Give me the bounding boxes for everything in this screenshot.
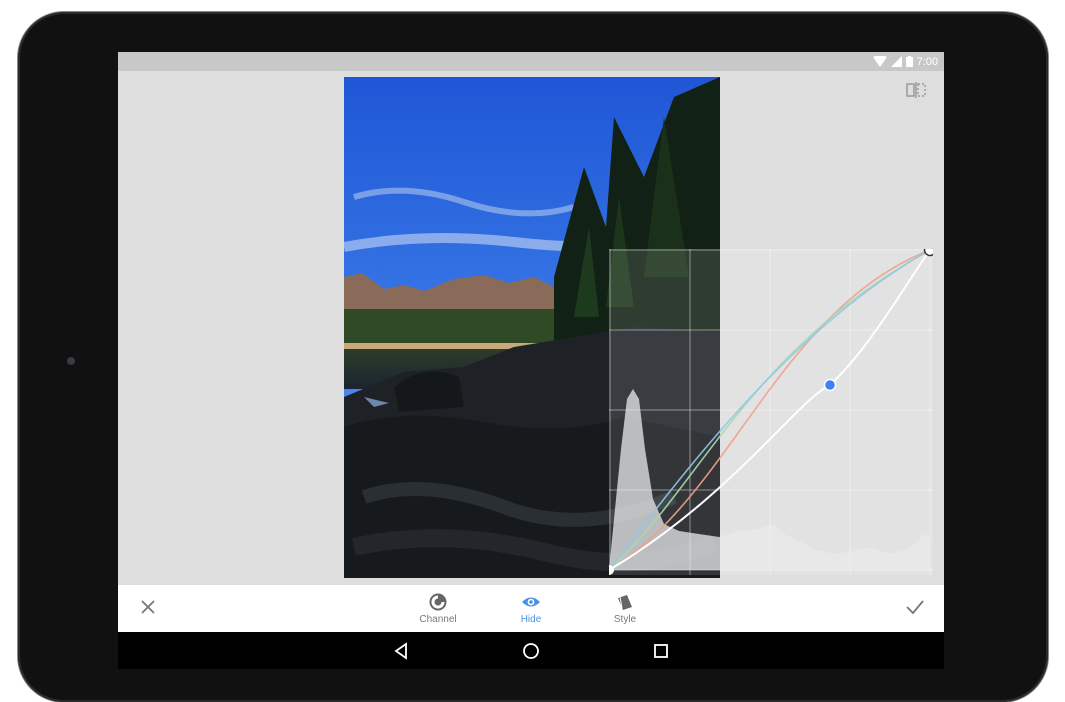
wifi-icon [872,56,887,67]
front-camera [67,357,75,365]
clock: 7:00 [916,55,938,68]
apply-button[interactable] [904,597,926,617]
tool-hide[interactable]: Hide [501,593,561,625]
signal-icon [890,56,902,67]
curves-editor[interactable] [609,249,933,575]
bottom-toolbar: Channel Hide Style [118,585,944,632]
tool-channel-label: Channel [419,614,457,625]
curve-end-point[interactable] [923,249,934,257]
editor-canvas [118,71,944,585]
status-bar: 7:00 [118,52,944,71]
navigation-bar [118,632,944,669]
tool-style[interactable]: Style [595,593,655,625]
back-icon[interactable] [390,640,412,662]
compare-icon[interactable] [906,81,926,99]
app-screen: 7:00 Channel Hide Style [118,52,944,669]
tool-hide-label: Hide [520,614,542,625]
cancel-button[interactable] [138,597,158,617]
battery-icon [905,56,913,67]
style-icon [618,595,632,610]
status-icons: 7:00 [872,54,938,69]
tool-style-label: Style [613,614,637,625]
eye-icon [522,597,540,607]
recents-icon[interactable] [650,640,672,662]
tool-channel[interactable]: Channel [408,593,468,625]
curve-midpoint-handle[interactable] [823,378,837,392]
home-icon[interactable] [520,640,542,662]
channel-icon [429,593,447,611]
